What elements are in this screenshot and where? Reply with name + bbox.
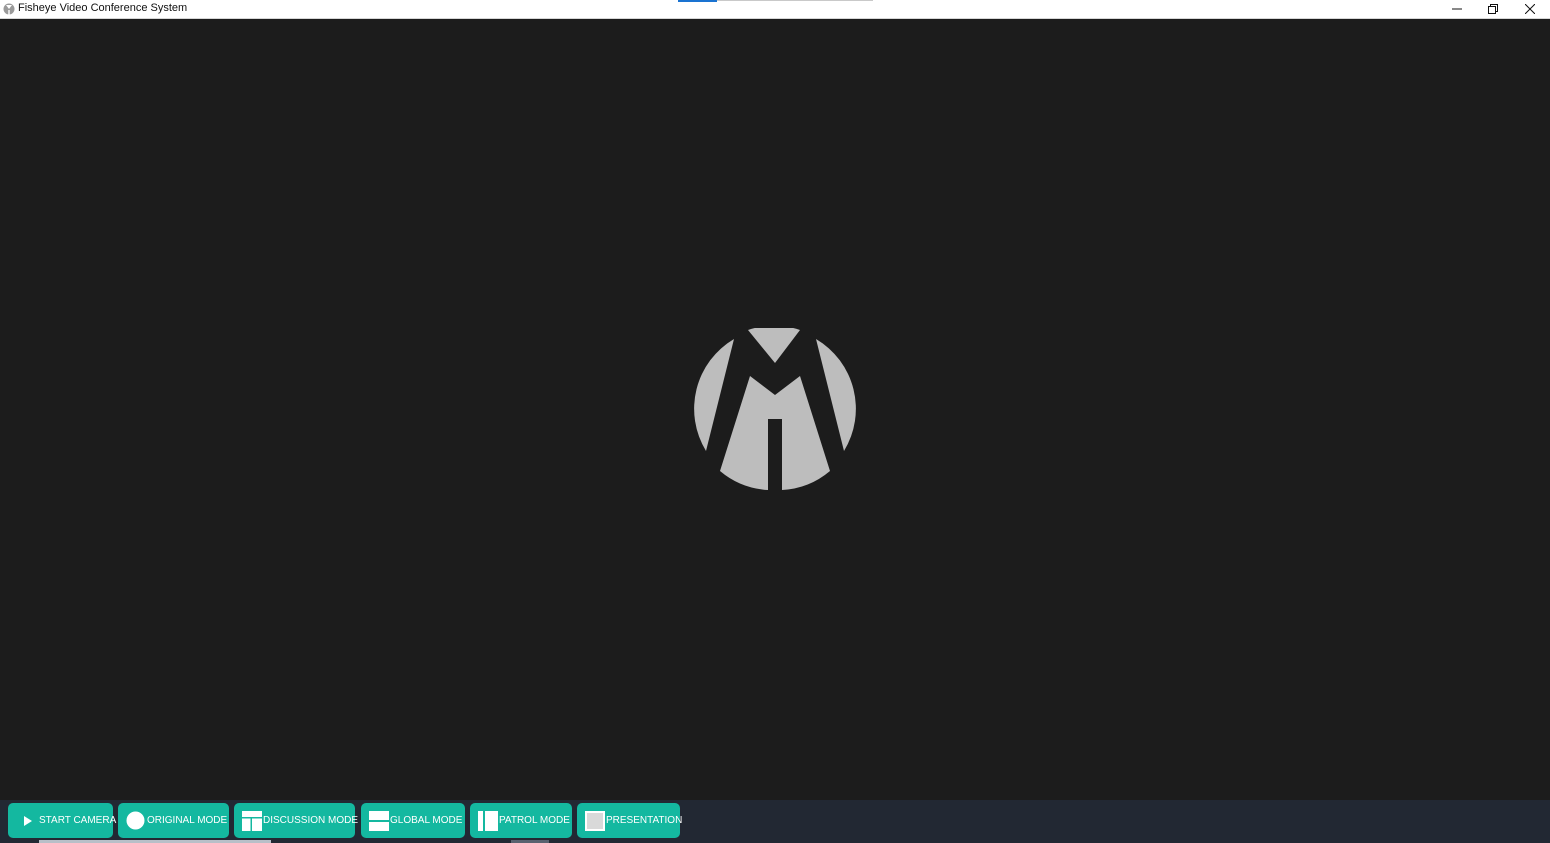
close-icon [1525, 4, 1535, 14]
title-accent-line [717, 0, 873, 1]
original-mode-button[interactable]: ORIGINAL MODE [118, 803, 229, 838]
close-button[interactable] [1512, 0, 1548, 18]
title-accent-bar [678, 0, 717, 2]
restore-button[interactable] [1475, 0, 1511, 18]
patrol-mode-button[interactable]: PATROL MODE [470, 803, 572, 838]
minimize-icon [1452, 8, 1462, 10]
discussion-layout-icon [242, 810, 262, 831]
global-layout-icon [369, 810, 389, 831]
start-camera-label: START CAMERA [39, 815, 117, 826]
minimize-button[interactable] [1439, 0, 1475, 18]
presentation-label: PRESENTATION [606, 815, 683, 826]
original-mode-label: ORIGINAL MODE [147, 815, 228, 826]
restore-icon [1488, 4, 1498, 14]
start-camera-button[interactable]: START CAMERA [8, 803, 117, 838]
bottom-toolbar: START CAMERA ORIGINAL MODE DISCUSSION MO… [0, 800, 1550, 843]
discussion-mode-button[interactable]: DISCUSSION MODE [234, 803, 359, 838]
circle-icon [126, 811, 145, 830]
play-icon [24, 815, 32, 826]
presentation-button[interactable]: PRESENTATION [577, 803, 683, 838]
presentation-icon [585, 810, 605, 831]
global-mode-button[interactable]: GLOBAL MODE [361, 803, 465, 838]
window-title: Fisheye Video Conference System [18, 2, 188, 14]
app-window: Fisheye Video Conference System START CA… [0, 0, 1550, 843]
patrol-mode-label: PATROL MODE [499, 815, 570, 826]
video-display-area[interactable] [0, 19, 1550, 800]
discussion-mode-label: DISCUSSION MODE [263, 815, 359, 826]
global-mode-label: GLOBAL MODE [390, 815, 463, 826]
title-bar[interactable]: Fisheye Video Conference System [0, 0, 1550, 19]
patrol-layout-icon [478, 810, 498, 831]
app-logo-icon [3, 3, 15, 15]
brand-m-logo-icon [694, 328, 856, 490]
